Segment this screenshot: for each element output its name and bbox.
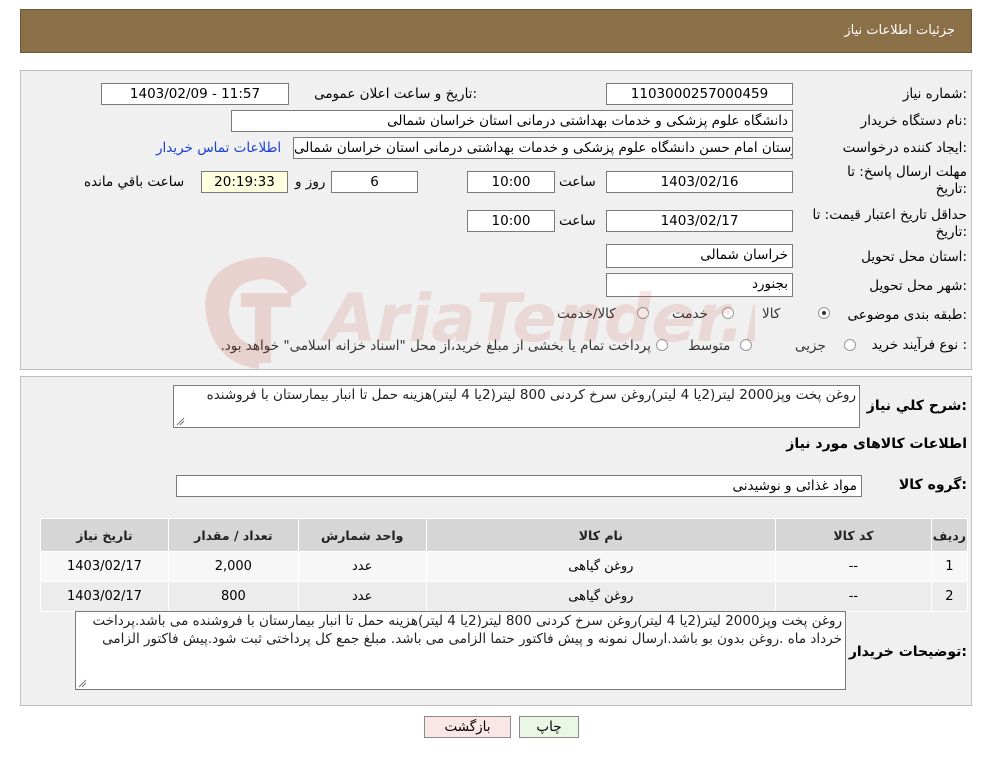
buyer-org-field: دانشگاه علوم پزشکی و خدمات بهداشتی درمان… <box>231 110 793 132</box>
cell-item-code: -- <box>775 581 932 612</box>
category-option-service: خدمت <box>672 306 708 322</box>
process-treasury-note: پرداخت تمام یا بخشی از مبلغ خرید،از محل … <box>220 338 651 354</box>
table-row: 2 -- روغن گیاهی عدد 800 1403/02/17 <box>40 581 969 612</box>
category-label: طبقه بندی موضوعی: <box>847 307 967 323</box>
resize-grip-icon[interactable] <box>78 679 87 688</box>
city-label: شهر محل تحویل: <box>869 278 967 294</box>
cell-quantity: 2,000 <box>167 551 299 582</box>
cell-need-date: 1403/02/17 <box>40 581 169 612</box>
process-type-label: نوع فرآیند خرید : <box>871 337 967 353</box>
buyer-notes-textarea[interactable]: روغن پخت وپز2000 لیتر(2یا 4 لیتر)روغن سر… <box>75 611 846 690</box>
cell-need-date: 1403/02/17 <box>40 551 169 582</box>
deadline-time-field: 10:00 <box>467 171 555 193</box>
remaining-days-label: روز و <box>295 174 326 190</box>
col-need-date: تاریخ نیاز <box>40 518 169 552</box>
goods-table: ردیف کد کالا نام کالا واحد شمارش تعداد /… <box>40 518 969 612</box>
col-item-name: نام کالا <box>425 518 777 552</box>
buyer-org-label: نام دستگاه خریدار: <box>860 113 967 129</box>
buyer-contact-link[interactable]: اطلاعات تماس خریدار <box>156 140 281 156</box>
cell-unit: عدد <box>297 581 427 612</box>
deadline-label-line1: مهلت ارسال پاسخ: تا <box>847 164 967 180</box>
print-button[interactable]: چاپ <box>519 716 579 738</box>
announce-datetime-field: 1403/02/09 - 11:57 <box>101 83 289 105</box>
province-label: استان محل تحویل: <box>861 249 967 265</box>
remaining-time-field: 20:19:33 <box>201 171 288 193</box>
process-option-minor: جزیی <box>795 338 826 354</box>
cell-item-name: روغن گیاهی <box>425 581 777 612</box>
page-header: جزئیات اطلاعات نیاز <box>20 9 972 53</box>
goods-table-header: ردیف کد کالا نام کالا واحد شمارش تعداد /… <box>40 518 969 552</box>
need-number-label: شماره نیاز: <box>902 86 967 102</box>
summary-text: روغن پخت وپز2000 لیتر(2یا 4 لیتر)روغن سر… <box>206 387 856 403</box>
deadline-label-line2: تاریخ: <box>935 181 967 197</box>
buyer-notes-text: روغن پخت وپز2000 لیتر(2یا 4 لیتر)روغن سر… <box>92 613 842 647</box>
col-quantity: تعداد / مقدار <box>167 518 299 552</box>
validity-date-field: 1403/02/17 <box>606 210 793 232</box>
requester-label: ایجاد کننده درخواست: <box>842 140 967 156</box>
category-option-goods-service: کالا/خدمت <box>557 306 616 322</box>
cell-row-number: 1 <box>930 551 969 582</box>
province-field: خراسان شمالی <box>606 244 793 268</box>
summary-textarea[interactable]: روغن پخت وپز2000 لیتر(2یا 4 لیتر)روغن سر… <box>173 385 860 428</box>
city-field: بجنورد <box>606 273 793 297</box>
back-button[interactable]: بازگشت <box>424 716 511 738</box>
remaining-time-label: ساعت باقي مانده <box>84 174 185 190</box>
cell-item-code: -- <box>775 551 932 582</box>
need-number-field: 1103000257000459 <box>606 83 793 105</box>
remaining-days-field: 6 <box>331 171 418 193</box>
cell-item-name: روغن گیاهی <box>425 551 777 582</box>
cell-quantity: 800 <box>167 581 299 612</box>
cell-unit: عدد <box>297 551 427 582</box>
table-row: 1 -- روغن گیاهی عدد 2,000 1403/02/17 <box>40 551 969 582</box>
category-radio-service[interactable] <box>722 307 734 319</box>
goods-section-title: اطلاعات کالاهای مورد نیاز <box>786 436 967 452</box>
process-radio-minor[interactable] <box>844 339 856 351</box>
category-radio-goods-service[interactable] <box>637 307 649 319</box>
category-radio-goods[interactable] <box>818 307 830 319</box>
goods-group-label: گروه کالا: <box>898 477 967 493</box>
announce-datetime-label: تاریخ و ساعت اعلان عمومی: <box>314 86 477 102</box>
deadline-date-field: 1403/02/16 <box>606 171 793 193</box>
validity-label-line1: حداقل تاریخ اعتبار قیمت: تا <box>812 207 967 223</box>
validity-label-line2: تاریخ: <box>935 224 967 240</box>
buyer-notes-label: توضیحات خریدار: <box>848 644 967 660</box>
validity-time-label: ساعت <box>559 213 596 229</box>
process-radio-medium[interactable] <box>740 339 752 351</box>
summary-label: شرح کلي نیاز: <box>866 398 967 414</box>
col-row-number: ردیف <box>930 518 969 552</box>
process-radio-treasury[interactable] <box>656 339 668 351</box>
col-unit: واحد شمارش <box>297 518 427 552</box>
resize-grip-icon[interactable] <box>176 417 185 426</box>
category-option-goods: کالا <box>762 306 781 322</box>
page-title: جزئیات اطلاعات نیاز <box>844 23 955 38</box>
cell-row-number: 2 <box>930 581 969 612</box>
validity-time-field: 10:00 <box>467 210 555 232</box>
requester-field: کوروش نیکوسرشت کارپرداز بیمارستان امام ح… <box>293 137 793 159</box>
deadline-time-label: ساعت <box>559 174 596 190</box>
goods-group-field: مواد غذائی و نوشیدنی <box>176 475 862 497</box>
process-option-medium: متوسط <box>688 338 731 354</box>
col-item-code: کد کالا <box>775 518 932 552</box>
